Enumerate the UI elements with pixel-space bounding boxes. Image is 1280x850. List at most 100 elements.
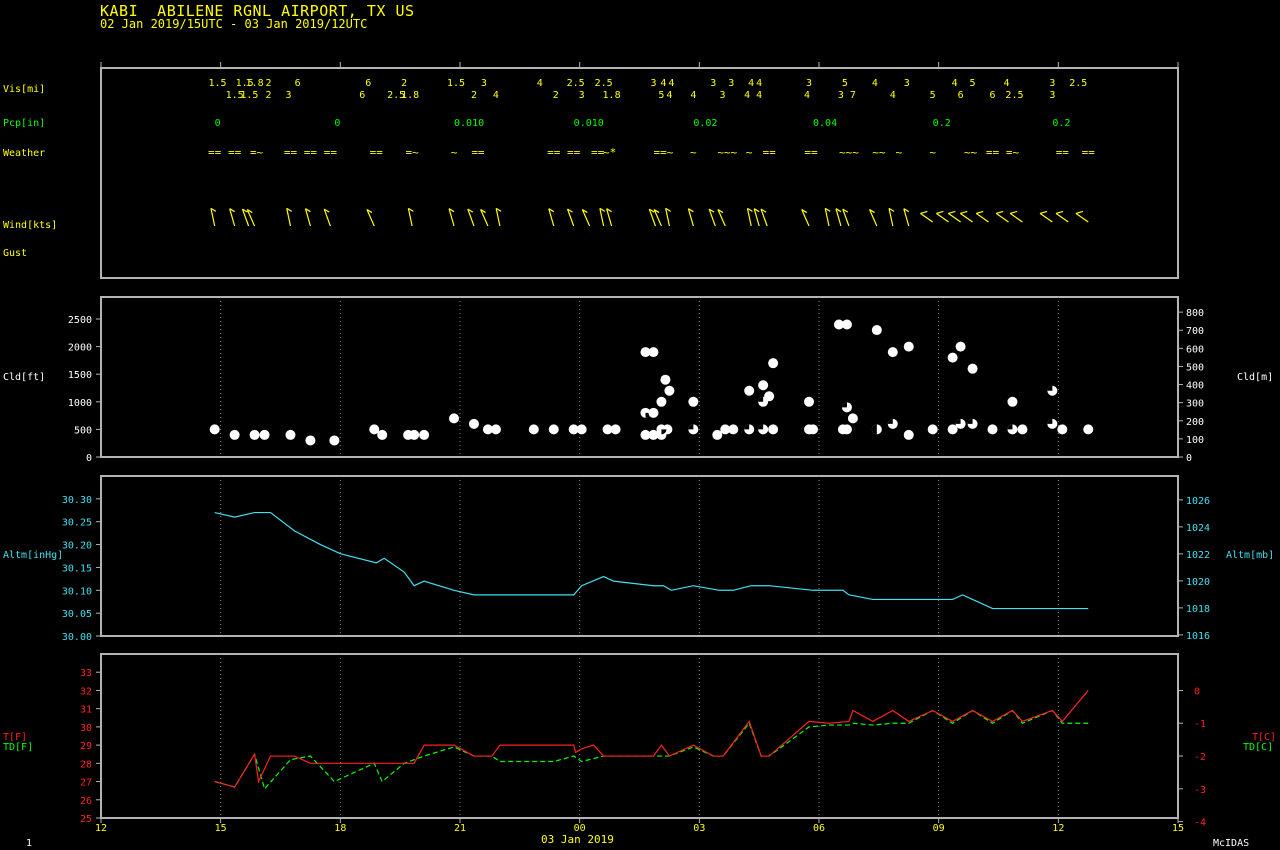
cloud-point [229,429,240,440]
wind-barb [746,208,752,227]
altim-y-label: 30.10 [62,586,92,597]
cloud-point [744,385,755,396]
dew-ylabel-left: TD[F] [3,742,33,753]
vis-value: 6 [295,78,301,89]
cloud-point [648,407,659,418]
altim-y2-label: 1024 [1186,523,1210,534]
temp-y-label: 30 [80,723,92,734]
weather-symbol: ~~~ [717,146,737,159]
cloud-y2-label: 400 [1186,381,1204,392]
cloud-point [660,374,671,385]
weather-symbol: ~~~ [839,146,859,159]
weather-symbol: == [567,146,581,159]
pcp-value: 0.04 [813,118,837,129]
pcp-value: 0.02 [693,118,717,129]
cloud-ylabel-left: Cld[ft] [3,372,45,383]
vis-value: 1.5 [447,78,465,89]
cloud-point [947,352,958,363]
weather-symbol: ~ [895,146,902,159]
temp-y2-label: -1 [1194,719,1206,730]
vis-value: 3 [481,78,487,89]
vis-value: 3 [285,90,291,101]
altim-y-label: 30.05 [62,609,92,620]
cloud-point [1017,424,1028,435]
weather-symbol: ~* [603,146,616,159]
wind-barb [824,208,830,227]
vis-value: 1.5 [208,78,226,89]
vis-value: 3 [1049,90,1055,101]
cloud-point [804,396,815,407]
wind-barb [959,212,973,223]
vis-value: 5 [970,78,976,89]
cloud-y2-label: 100 [1186,435,1204,446]
vis-value: 6 [365,78,371,89]
vis-value: 4 [1003,78,1009,89]
cloud-cover-mark [871,424,877,435]
wind-barb [286,208,292,227]
weather-symbol: ~ [746,146,753,159]
vis-value: 7 [850,90,856,101]
wind-barb-flag [976,210,984,214]
pcp-value: 0 [215,118,221,129]
altim-y-label: 30.30 [62,495,92,506]
wind-barb-flag [1055,210,1064,214]
wind-barb-flag [996,210,1004,214]
wind-barb [210,208,216,227]
vis-value: 3 [1049,78,1055,89]
weather-symbol: ~ [690,146,697,159]
wind-barb [1055,212,1069,223]
altim-y2-label: 1022 [1186,550,1210,561]
weather-symbol: =~ [1006,146,1020,159]
cloud-point [871,325,882,336]
cloud-y2-label: 300 [1186,399,1204,410]
cloud-point [1057,424,1068,435]
wind-row-label: Wind[kts] [3,220,57,231]
vis-value: 1.8 [401,90,419,101]
wind-barb-flag [920,210,928,214]
weather-symbol: == [547,146,561,159]
cloud-y2-label: 800 [1186,308,1204,319]
gust-row-label: Gust [3,248,27,259]
weather-symbol: ~~ [964,146,978,159]
cloud-point [664,385,675,396]
vis-value: 4 [952,78,958,89]
cloud-point [209,424,220,435]
cloud-point [903,429,914,440]
wind-barb [1009,212,1023,223]
cloud-y2-label: 600 [1186,344,1204,355]
cloud-point [490,424,501,435]
cloud-point [903,341,914,352]
vis-value: 4 [668,78,674,89]
cloud-point [305,435,316,446]
pcp-value: 0 [334,118,340,129]
cloud-cover-mark [841,402,847,408]
vis-value: 3 [579,90,585,101]
altim-y2-label: 1026 [1186,496,1210,507]
temp-y-label: 29 [80,741,92,752]
altim-panel-frame [100,475,1179,637]
cloud-point [285,429,296,440]
cloud-cover-mark [1047,418,1053,424]
x-tick-label: 12 [1052,823,1064,834]
vis-value: 4 [660,78,666,89]
temp-y2-label: -3 [1194,785,1206,796]
altim-line [214,511,1089,610]
wind-barb [599,208,605,227]
cloud-point [808,424,819,435]
cloud-point [768,358,779,369]
pcp-value: 0.2 [1052,118,1070,129]
vis-value: 2 [266,90,272,101]
cloud-y-label: 2000 [68,343,92,354]
software-label: McIDAS [1213,838,1250,849]
cloud-point [576,424,587,435]
vis-value: 3 [904,78,910,89]
temp-y2-label: -2 [1194,752,1206,763]
vis-value: 4 [872,78,878,89]
pcp-value: 0.010 [574,118,604,129]
wind-barb [1075,212,1089,223]
cloud-y2-label: 500 [1186,362,1204,373]
cloud-point [841,319,852,330]
vis-value: 4 [890,90,896,101]
temp-y-label: 33 [80,668,92,679]
cloud-point [688,396,699,407]
